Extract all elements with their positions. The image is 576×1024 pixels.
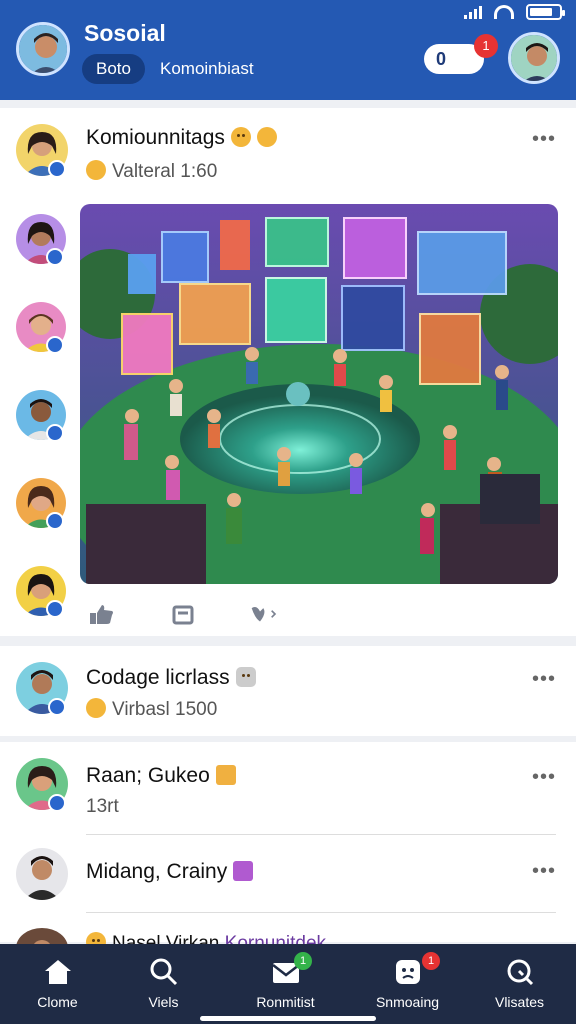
- post-author-name: Komiounnitags: [86, 126, 225, 149]
- friend-meta: 13rt: [86, 796, 119, 817]
- wifi-icon: [494, 5, 514, 19]
- nav-badge: 1: [422, 952, 440, 970]
- tab-komoinbiast[interactable]: Komoinbiast: [146, 54, 268, 84]
- post-meta: Valteral 1:60: [112, 161, 218, 182]
- nav-home[interactable]: Clome: [0, 956, 115, 1010]
- nav-label: Snmoaing: [375, 994, 440, 1010]
- friend-avatar[interactable]: [16, 848, 68, 900]
- battery-icon: [526, 4, 565, 20]
- nav-notifications[interactable]: 1 Snmoaing: [350, 952, 465, 1010]
- verified-icon: [48, 794, 66, 812]
- emoji-icon: [256, 127, 277, 147]
- emoji-icon: [86, 698, 106, 718]
- friend-name: Raan; Gukeo: [86, 764, 210, 787]
- post-author-name: Codage licrlass: [86, 666, 230, 689]
- emoji-icon: [235, 667, 256, 687]
- share-icon[interactable]: [168, 602, 198, 626]
- app-title: Sosoial: [84, 20, 166, 46]
- more-options-button[interactable]: •••: [532, 766, 556, 789]
- status-bar: [464, 4, 565, 20]
- post-card: Komiounnitags Valteral 1:60 •••: [0, 108, 576, 636]
- nav-label: Vlisates: [494, 994, 545, 1010]
- app-screen: Sosoial Boto Komoinbiast 0 1 Komiounnita…: [0, 0, 576, 1024]
- post-actions: [86, 602, 280, 626]
- home-indicator[interactable]: [200, 1016, 376, 1021]
- more-options-button[interactable]: •••: [532, 860, 556, 883]
- notification-badge: 1: [474, 34, 498, 58]
- more-options-button[interactable]: •••: [532, 128, 556, 151]
- nav-label: Ronmitist: [256, 994, 315, 1010]
- face-icon: [395, 960, 420, 984]
- verified-icon: [46, 424, 64, 442]
- emoji-icon: [233, 861, 254, 881]
- divider: [86, 834, 556, 835]
- search-alt-icon: [507, 959, 533, 986]
- friend-avatar[interactable]: [508, 32, 560, 84]
- tab-boto[interactable]: Boto: [82, 54, 145, 84]
- forward-icon[interactable]: [250, 602, 280, 626]
- verified-icon: [46, 512, 64, 530]
- post-image[interactable]: [80, 204, 558, 584]
- profile-avatar[interactable]: [16, 22, 70, 76]
- search-icon: [150, 958, 177, 986]
- friends-list: Raan; Gukeo 13rt ••• Midang, Crainy ••• …: [0, 742, 576, 968]
- more-options-button[interactable]: •••: [532, 668, 556, 691]
- home-icon: [44, 960, 71, 984]
- like-icon[interactable]: [86, 602, 116, 626]
- post-meta: Virbasl 1500: [112, 699, 218, 720]
- verified-icon: [46, 336, 64, 354]
- nav-search[interactable]: Viels: [106, 956, 221, 1010]
- verified-icon: [46, 600, 64, 618]
- friend-name: Midang, Crainy: [86, 860, 228, 883]
- top-header: Sosoial Boto Komoinbiast 0 1: [0, 0, 576, 100]
- nav-label: Viels: [148, 994, 179, 1010]
- verified-icon: [48, 698, 66, 716]
- verified-icon: [46, 248, 64, 266]
- nav-messages[interactable]: 1 Ronmitist: [228, 952, 343, 1010]
- post-card: Codage licrlass Virbasl 1500 •••: [0, 646, 576, 736]
- nav-label: Clome: [37, 994, 78, 1010]
- nav-badge: 1: [294, 952, 312, 970]
- bottom-navigation: Clome Viels 1 Ronmitist 1 Snmoaing Vlisa…: [0, 944, 576, 1024]
- emoji-icon: [215, 765, 236, 785]
- nav-explore[interactable]: Vlisates: [462, 956, 576, 1010]
- emoji-icon: [86, 160, 106, 180]
- signal-icon: [464, 5, 482, 19]
- emoji-icon: [230, 127, 251, 147]
- verified-icon: [48, 160, 66, 178]
- divider: [86, 912, 556, 913]
